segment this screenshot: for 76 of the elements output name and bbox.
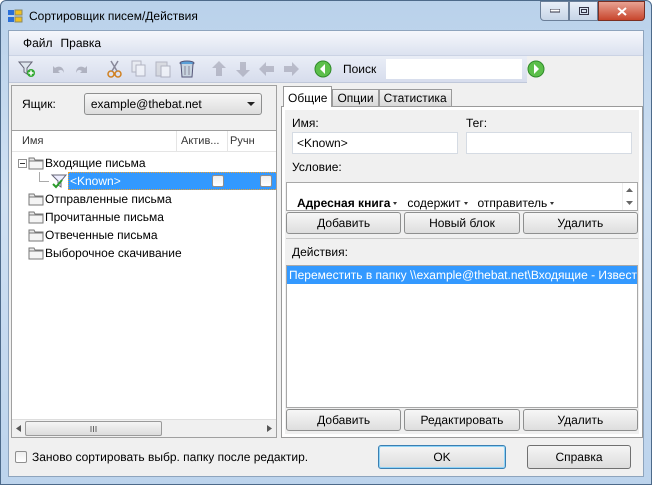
folder-label[interactable]: Прочитанные письма [45,210,164,224]
condition-label: Условие: [291,159,343,176]
column-header[interactable]: Имя [12,131,177,151]
folder-icon [28,155,44,171]
app-icon [7,8,23,24]
scroll-down-icon [626,201,634,206]
dropdown-arrow-icon [246,102,255,106]
folder-icon [28,227,44,243]
caret-icon [550,202,554,204]
condition-dropdown[interactable]: содержит [407,196,468,210]
menu-item[interactable]: Правка [56,36,106,50]
toolbar-button[interactable] [526,59,546,79]
arrow-right-icon [281,59,301,79]
menu-item[interactable]: Файл [19,36,57,50]
mailbox-label: Ящик: [22,97,56,111]
action-button[interactable]: Редактировать [404,409,520,431]
search-field[interactable] [386,59,522,79]
tree-line [39,172,49,182]
trash-icon [177,59,197,79]
column-header[interactable]: Актив... [177,131,228,151]
back-circle-icon [313,59,333,79]
scroll-left-icon [16,425,21,432]
mailbox-dropdown[interactable]: example@thebat.net [84,93,262,115]
maximize-button[interactable] [569,1,598,21]
filter-add-icon [17,59,37,79]
folder-icon [28,191,44,207]
condition-dropdown[interactable]: отправитель [478,196,554,210]
condition-dropdown[interactable]: Адресная книга [297,196,398,210]
tag-field[interactable] [466,132,632,154]
scroll-right-icon [267,425,272,432]
column-header[interactable]: Ручн [228,131,276,151]
forward-circle-icon [526,59,546,79]
minimize-button[interactable] [540,1,569,21]
caret-icon [393,202,398,204]
folder-label[interactable]: Выборочное скачивание [45,246,182,260]
dialog-button[interactable]: Справка [527,445,631,469]
horizontal-scrollbar[interactable] [12,419,276,437]
dialog-button[interactable]: OK [378,445,506,469]
caret-icon [464,202,468,204]
folder-icon [28,209,44,225]
folder-icon [28,245,44,261]
resort-checkbox[interactable] [15,451,27,463]
folder-label[interactable]: Отправленные письма [45,192,172,206]
minimize-icon [550,9,560,13]
window-title: Сортировщик писем/Действия [29,8,199,22]
toolbar-button[interactable] [17,59,37,79]
filter-label: <Known> [69,174,122,188]
action-button[interactable]: Удалить [522,409,638,431]
action-button[interactable]: Добавить [286,409,402,431]
paste-icon [153,59,173,79]
scroll-up-icon [626,188,634,192]
maximize-icon [578,7,588,15]
search-label: Поиск [343,62,376,76]
tab[interactable]: Общие [283,86,332,107]
name-field[interactable]: <Known> [292,132,458,154]
close-button[interactable] [598,1,645,21]
checkbox-label: Заново сортировать выбр. папку после редактир. [32,450,308,464]
active-checkbox[interactable] [212,175,224,187]
condition-editor[interactable]: Адресная книга содержит отправитель [286,182,638,211]
filter-check-icon [50,172,68,190]
folder-label[interactable]: Входящие письма [45,156,146,170]
condition-button[interactable]: Добавить [286,212,402,234]
manual-checkbox[interactable] [260,175,272,187]
close-icon [616,6,626,16]
tag-label: Тег: [466,116,488,130]
tab[interactable]: Опции [332,89,379,106]
folder-label[interactable]: Отвеченные письма [45,228,158,242]
name-label: Имя: [292,116,320,130]
grip-icon [90,426,97,432]
condition-button[interactable]: Удалить [522,212,638,234]
toolbar-button[interactable] [177,59,197,79]
collapse-icon[interactable] [18,158,27,168]
actions-label: Действия: [291,244,349,261]
toolbar-button[interactable] [313,59,333,79]
tab[interactable]: Статистика [378,89,452,106]
condition-button[interactable]: Новый блок [404,212,520,234]
